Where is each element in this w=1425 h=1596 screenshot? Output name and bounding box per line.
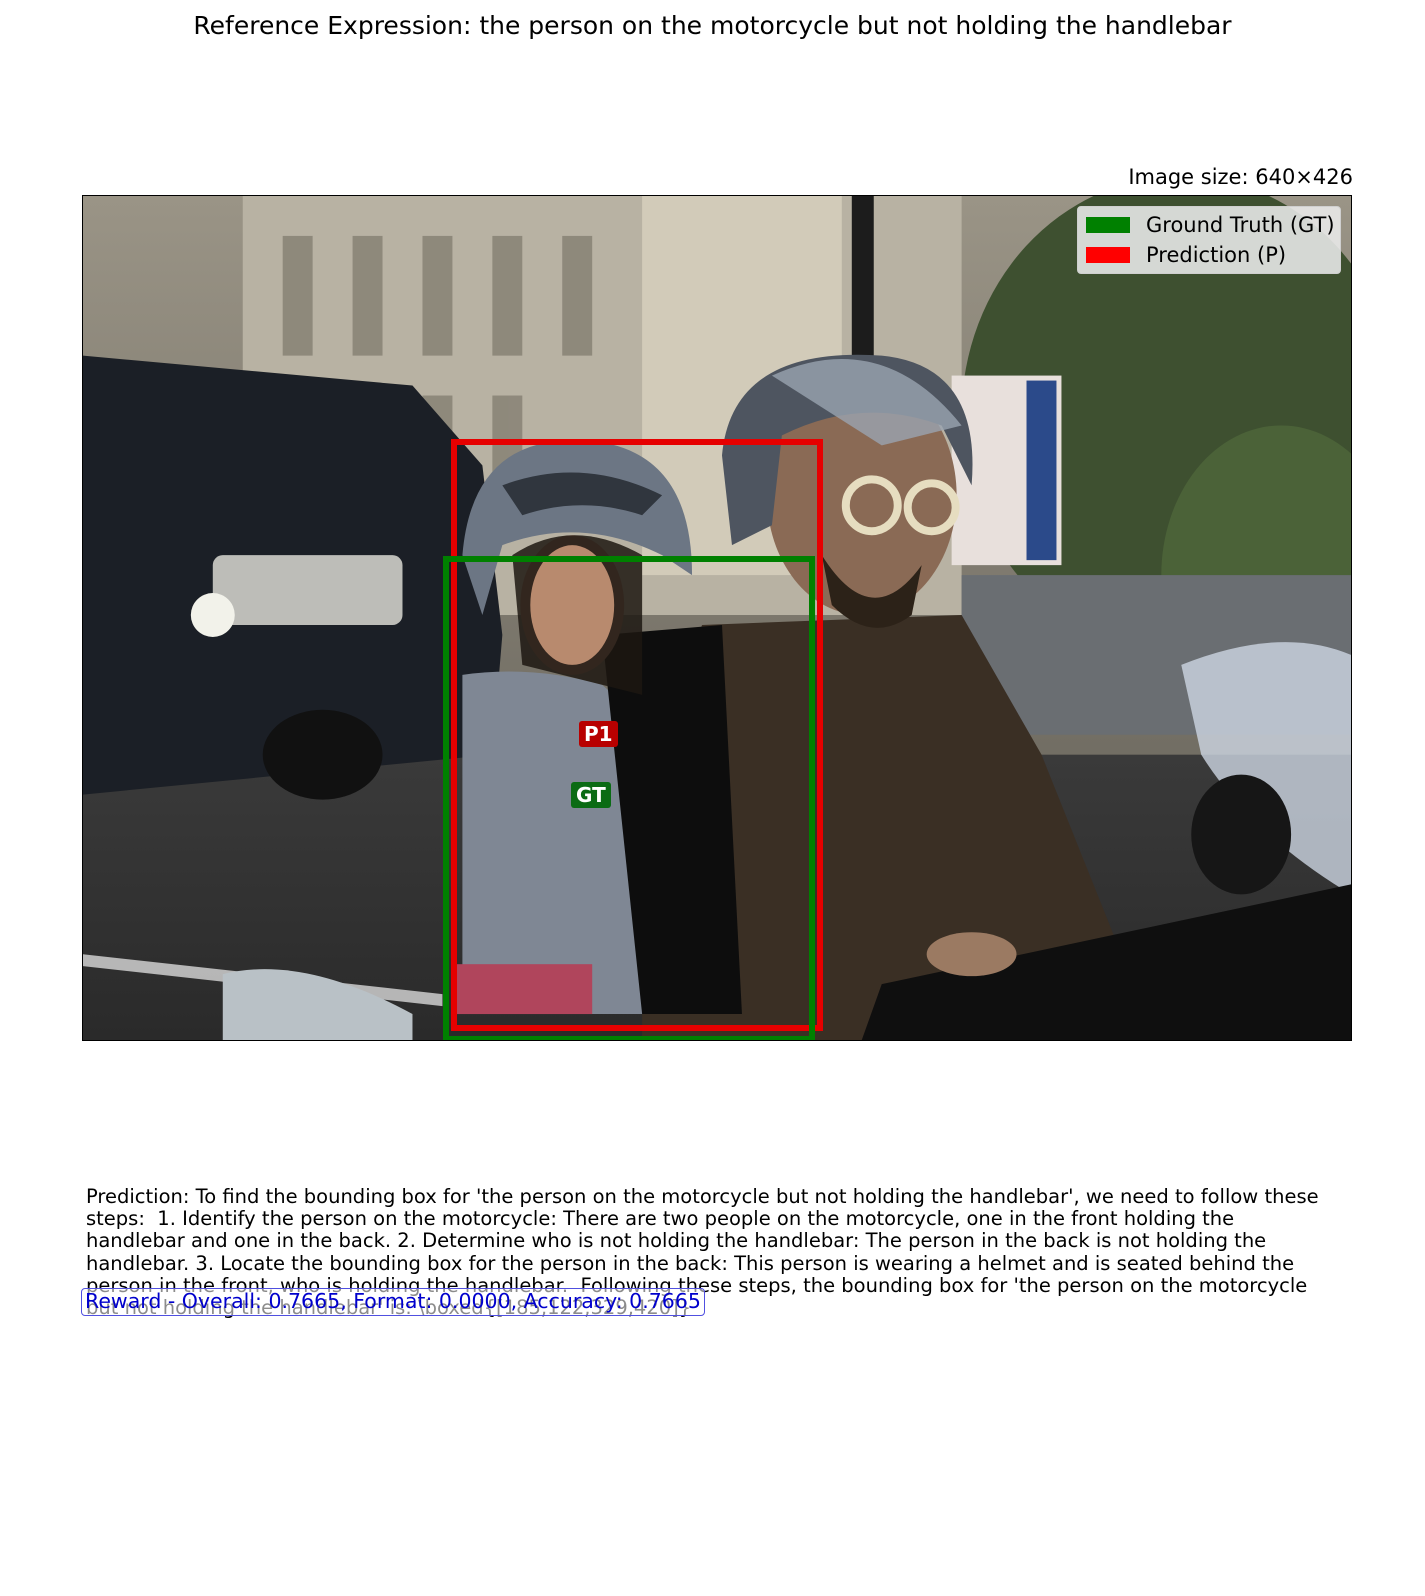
reference-expression-title: Reference Expression: the person on the … [193,11,1232,40]
ground-truth-bounding-box [443,556,815,1040]
ground-truth-tag: GT [571,782,611,808]
reward-summary: Reward - Overall: 0.7665, Format: 0.0000… [81,1288,705,1316]
legend-label-ground-truth: Ground Truth (GT) [1146,213,1335,237]
legend-item-prediction: Prediction (P) [1086,242,1286,268]
annotated-photo: Ground Truth (GT) Prediction (P) P1 GT [82,195,1352,1041]
ground-truth-swatch [1086,217,1130,233]
legend-item-ground-truth: Ground Truth (GT) [1086,212,1335,238]
prediction-swatch [1086,247,1130,263]
legend: Ground Truth (GT) Prediction (P) [1077,206,1341,274]
image-size-label: Image size: 640×426 [1128,165,1353,189]
prediction-tag: P1 [579,721,618,747]
legend-label-prediction: Prediction (P) [1146,243,1287,267]
